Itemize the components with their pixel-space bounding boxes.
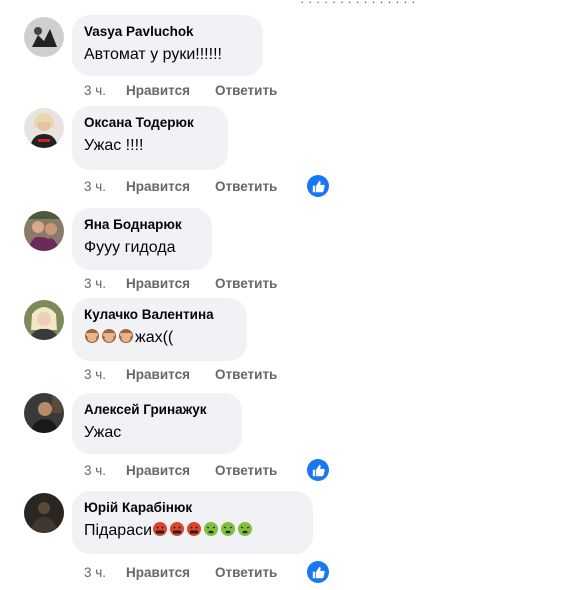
like-button[interactable]: Нравится xyxy=(126,276,190,291)
comment-text-content: жах(( xyxy=(135,329,174,346)
reply-button[interactable]: Ответить xyxy=(215,83,277,98)
see-no-evil-monkey-icon xyxy=(85,329,99,343)
comment-time[interactable]: 3 ч. xyxy=(84,179,106,194)
comment-bubble: Vasya Pavluchok Автомат у руки!!!!!! xyxy=(72,15,263,76)
face-with-symbols-on-mouth-icon xyxy=(170,522,185,536)
reply-button[interactable]: Ответить xyxy=(215,367,277,382)
comment-text: Ужас !!!! xyxy=(84,137,144,154)
like-button[interactable]: Нравится xyxy=(126,367,190,382)
comment-author[interactable]: Vasya Pavluchok xyxy=(84,23,251,41)
comment-actions: 3 ч. Нравится Ответить xyxy=(84,561,302,583)
comment-actions: 3 ч. Нравится Ответить xyxy=(84,272,302,294)
face-with-symbols-on-mouth-icon xyxy=(187,522,202,536)
comment-author[interactable]: Оксана Тодерюк xyxy=(84,114,216,132)
like-button[interactable]: Нравится xyxy=(126,179,190,194)
like-button[interactable]: Нравится xyxy=(126,565,190,580)
nauseated-face-icon xyxy=(204,522,219,536)
comment-bubble: Оксана Тодерюк Ужас !!!! xyxy=(72,106,228,170)
comment-text: жах(( xyxy=(84,327,235,349)
comment-text-content: Підараси xyxy=(84,522,153,539)
like-reaction-icon[interactable] xyxy=(307,175,329,197)
comment-text: Ужас xyxy=(84,424,122,441)
previous-content-cut: · · · · · · · · · · · · · · · xyxy=(300,0,416,9)
reply-button[interactable]: Ответить xyxy=(215,179,277,194)
comment-text: Фууу гидода xyxy=(84,239,176,256)
reply-button[interactable]: Ответить xyxy=(215,276,277,291)
comment-time[interactable]: 3 ч. xyxy=(84,463,106,478)
avatar[interactable] xyxy=(24,393,64,433)
comment-text: Підараси xyxy=(84,520,301,542)
reply-button[interactable]: Ответить xyxy=(215,463,277,478)
avatar[interactable] xyxy=(24,211,64,251)
comment-time[interactable]: 3 ч. xyxy=(84,83,106,98)
comment-bubble: Яна Боднарюк Фууу гидода xyxy=(72,208,212,270)
comment-author[interactable]: Алексей Гринажук xyxy=(84,401,230,419)
comment-author[interactable]: Юрій Карабінюк xyxy=(84,499,301,517)
comment-time[interactable]: 3 ч. xyxy=(84,367,106,382)
face-with-symbols-on-mouth-icon xyxy=(153,522,168,536)
like-reaction-icon[interactable] xyxy=(307,459,329,481)
comment-actions: 3 ч. Нравится Ответить xyxy=(84,459,302,481)
comment-bubble: Кулачко Валентина жах(( xyxy=(72,298,247,361)
see-no-evil-monkey-icon xyxy=(119,329,133,343)
see-no-evil-monkey-icon xyxy=(102,329,116,343)
comment-author[interactable]: Яна Боднарюк xyxy=(84,216,200,234)
comment-time[interactable]: 3 ч. xyxy=(84,565,106,580)
reply-button[interactable]: Ответить xyxy=(215,565,277,580)
nauseated-face-icon xyxy=(238,522,253,536)
avatar[interactable] xyxy=(24,108,64,148)
avatar[interactable] xyxy=(24,17,64,57)
nauseated-face-icon xyxy=(221,522,236,536)
comment-actions: 3 ч. Нравится Ответить xyxy=(84,363,302,385)
comment-author[interactable]: Кулачко Валентина xyxy=(84,306,235,324)
like-button[interactable]: Нравится xyxy=(126,463,190,478)
like-reaction-icon[interactable] xyxy=(307,561,329,583)
like-button[interactable]: Нравится xyxy=(126,83,190,98)
comment-bubble: Юрій Карабінюк Підараси xyxy=(72,491,313,554)
comment-time[interactable]: 3 ч. xyxy=(84,276,106,291)
comment-actions: 3 ч. Нравится Ответить xyxy=(84,79,302,101)
comment-actions: 3 ч. Нравится Ответить xyxy=(84,175,302,197)
comment-text: Автомат у руки!!!!!! xyxy=(84,46,222,63)
comment-bubble: Алексей Гринажук Ужас xyxy=(72,393,242,454)
avatar[interactable] xyxy=(24,493,64,533)
avatar[interactable] xyxy=(24,300,64,340)
